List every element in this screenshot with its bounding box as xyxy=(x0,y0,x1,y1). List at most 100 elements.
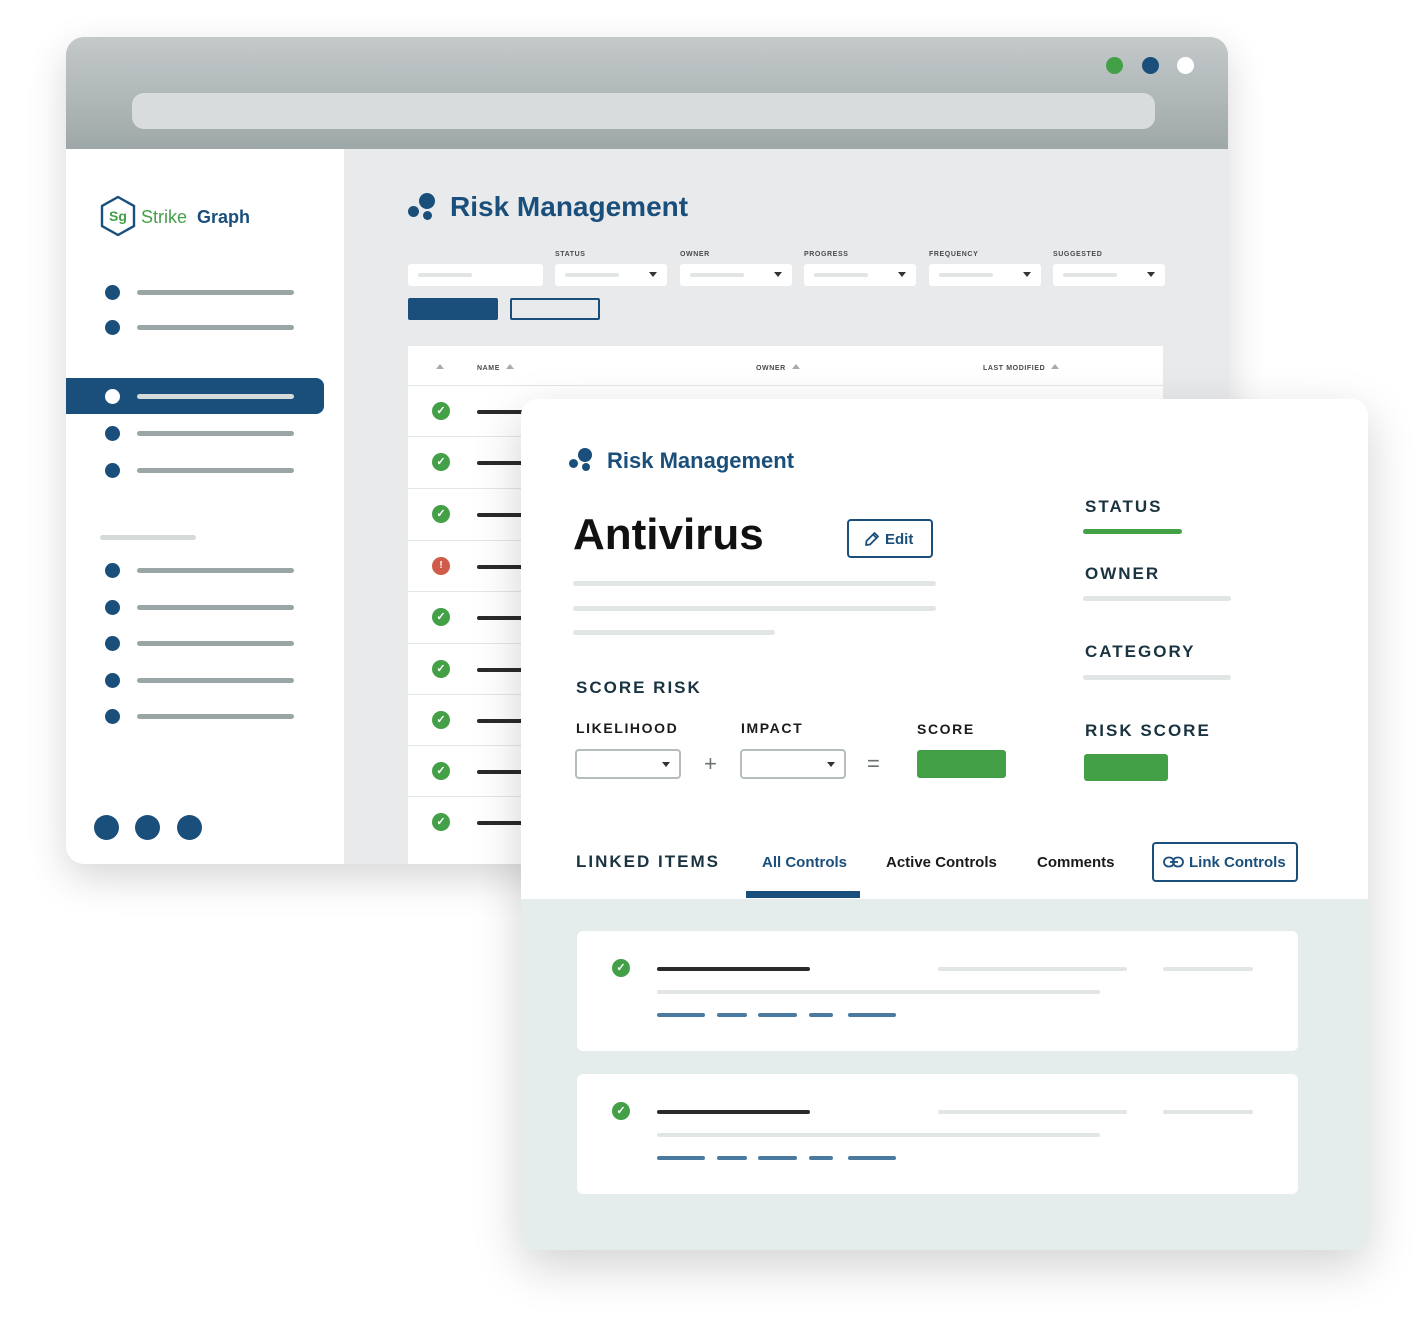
chevron-down-icon xyxy=(1147,272,1155,277)
status-label: STATUS xyxy=(1085,497,1163,516)
category-label: CATEGORY xyxy=(1085,642,1196,661)
check-icon: ✓ xyxy=(432,711,450,729)
edit-button-label: Edit xyxy=(885,531,914,548)
check-icon: ✓ xyxy=(612,959,630,977)
filter-label-suggested: SUGGESTED xyxy=(1053,251,1103,258)
address-bar[interactable] xyxy=(132,93,1155,129)
column-header-owner[interactable]: OWNER xyxy=(756,364,800,372)
tab-comments[interactable]: Comments xyxy=(1037,854,1115,871)
sidebar-item-6[interactable] xyxy=(66,552,324,588)
risk-score-label: RISK SCORE xyxy=(1085,721,1211,740)
brand-logo[interactable]: Sg Strike Graph xyxy=(99,195,269,239)
check-icon: ✓ xyxy=(432,608,450,626)
warning-icon: ! xyxy=(432,557,450,575)
risk-title: Antivirus xyxy=(573,510,764,559)
window-titlebar xyxy=(66,37,1228,149)
owner-filter-select[interactable] xyxy=(680,264,792,286)
nav-dot-icon xyxy=(105,426,120,441)
link-controls-label: Link Controls xyxy=(1189,854,1286,871)
risk-management-icon xyxy=(569,448,595,474)
link-controls-button[interactable]: Link Controls xyxy=(1152,842,1298,882)
window-dot-white[interactable] xyxy=(1177,57,1194,74)
nav-dot-icon xyxy=(105,563,120,578)
sort-arrow-icon xyxy=(506,364,515,369)
sidebar-item-4[interactable] xyxy=(66,415,324,451)
list-item[interactable]: ✓ xyxy=(577,931,1298,1051)
brand-name-second: Graph xyxy=(197,207,251,227)
nav-dot-icon xyxy=(105,600,120,615)
check-icon: ✓ xyxy=(432,813,450,831)
nav-dot-icon xyxy=(105,285,120,300)
nav-dot-icon xyxy=(105,636,120,651)
risk-management-icon xyxy=(408,193,438,223)
linked-items-list: ✓ ✓ xyxy=(521,899,1368,1250)
sidebar-item-10[interactable] xyxy=(66,698,324,734)
search-input[interactable] xyxy=(408,264,543,286)
risk-score-badge xyxy=(1084,754,1168,781)
primary-action-button[interactable] xyxy=(408,298,498,320)
category-value xyxy=(1083,675,1231,680)
column-header-last-modified[interactable]: LAST MODIFIED xyxy=(983,364,1060,372)
status-filter-select[interactable] xyxy=(555,264,667,286)
frequency-filter-select[interactable] xyxy=(929,264,1041,286)
owner-value xyxy=(1083,596,1231,601)
nav-dot-icon xyxy=(105,673,120,688)
check-icon: ✓ xyxy=(432,453,450,471)
active-tab-indicator xyxy=(746,891,860,898)
window-dot-blue[interactable] xyxy=(1142,57,1159,74)
pencil-icon xyxy=(865,532,879,546)
impact-select[interactable] xyxy=(740,749,846,779)
tab-all-controls[interactable]: All Controls xyxy=(762,854,847,871)
breadcrumb[interactable]: Risk Management xyxy=(607,448,794,474)
edit-button[interactable]: Edit xyxy=(847,519,933,558)
filter-label-progress: PROGRESS xyxy=(804,251,849,258)
description-line xyxy=(573,581,936,586)
nav-dot-icon xyxy=(105,463,120,478)
impact-label: IMPACT xyxy=(741,720,804,736)
check-icon: ✓ xyxy=(432,505,450,523)
check-icon: ✓ xyxy=(432,660,450,678)
window-dot-green[interactable] xyxy=(1106,57,1123,74)
filter-label-frequency: FREQUENCY xyxy=(929,251,979,258)
chevron-down-icon xyxy=(662,762,670,767)
progress-filter-select[interactable] xyxy=(804,264,916,286)
nav-dot-icon xyxy=(105,709,120,724)
chevron-down-icon xyxy=(649,272,657,277)
suggested-filter-select[interactable] xyxy=(1053,264,1165,286)
secondary-action-button[interactable] xyxy=(510,298,600,320)
sidebar-section-divider xyxy=(100,535,196,540)
link-icon xyxy=(1163,856,1184,868)
tab-active-controls[interactable]: Active Controls xyxy=(886,854,997,871)
score-result xyxy=(917,750,1006,778)
sidebar-item-9[interactable] xyxy=(66,662,324,698)
check-icon: ✓ xyxy=(432,762,450,780)
sort-status-column[interactable] xyxy=(436,364,444,372)
likelihood-select[interactable] xyxy=(575,749,681,779)
sidebar-item-5[interactable] xyxy=(66,452,324,488)
score-risk-heading: SCORE RISK xyxy=(576,678,702,697)
check-icon: ✓ xyxy=(432,402,450,420)
column-header-name[interactable]: NAME xyxy=(477,364,515,372)
strike-graph-logo-icon: Sg xyxy=(100,195,136,237)
sidebar-item-7[interactable] xyxy=(66,589,324,625)
owner-label: OWNER xyxy=(1085,564,1161,583)
chevron-down-icon xyxy=(774,272,782,277)
footer-dot-3[interactable] xyxy=(177,815,202,840)
sidebar-item-2[interactable] xyxy=(66,309,324,345)
plus-icon: + xyxy=(704,751,717,776)
sidebar-item-8[interactable] xyxy=(66,625,324,661)
chevron-down-icon xyxy=(898,272,906,277)
footer-dot-1[interactable] xyxy=(94,815,119,840)
check-icon: ✓ xyxy=(612,1102,630,1120)
sort-arrow-icon xyxy=(436,364,444,369)
filter-label-owner: OWNER xyxy=(680,251,710,258)
chevron-down-icon xyxy=(1023,272,1031,277)
page-title: Risk Management xyxy=(450,191,689,222)
footer-dot-2[interactable] xyxy=(135,815,160,840)
sidebar-item-1[interactable] xyxy=(66,274,324,310)
nav-dot-icon xyxy=(105,389,120,404)
svg-text:Sg: Sg xyxy=(109,208,127,224)
chevron-down-icon xyxy=(827,762,835,767)
sidebar-item-active[interactable] xyxy=(66,378,324,414)
list-item[interactable]: ✓ xyxy=(577,1074,1298,1194)
